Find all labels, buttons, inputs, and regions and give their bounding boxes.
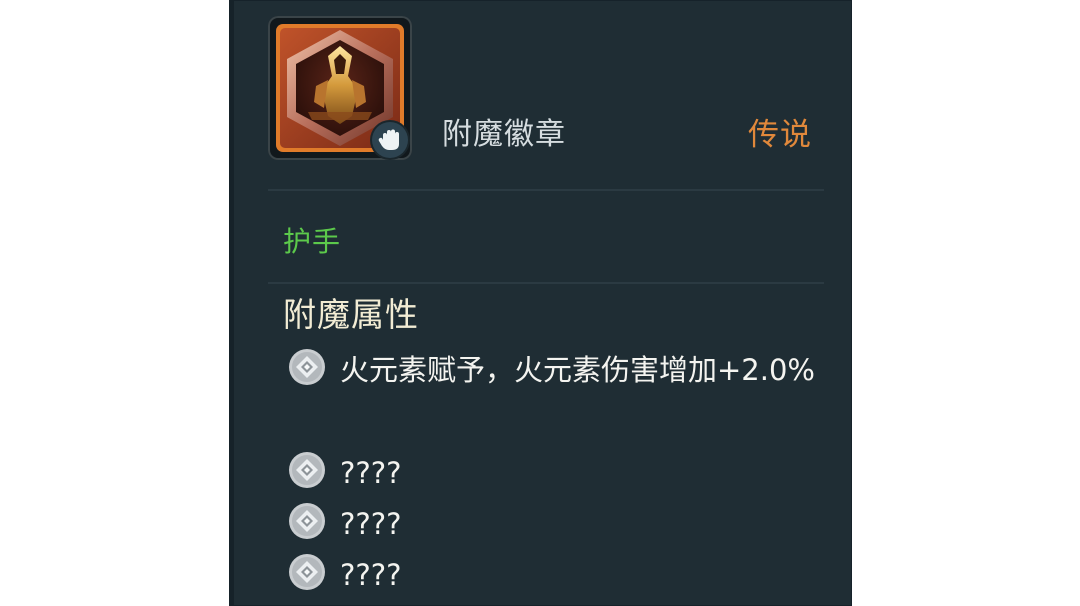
attribute-text: ???? <box>340 456 402 490</box>
diamond-bullet-icon <box>289 452 325 488</box>
item-type: 护手 <box>283 225 342 258</box>
panel-edge <box>229 0 234 606</box>
divider <box>268 282 824 284</box>
glove-icon <box>372 122 408 158</box>
attribute-text: ???? <box>340 507 402 541</box>
diamond-bullet-icon <box>289 349 325 385</box>
diamond-bullet-icon <box>289 503 325 539</box>
diamond-bullet-icon <box>289 554 325 590</box>
item-name: 附魔徽章 <box>442 117 566 152</box>
screen: 附魔徽章 传说 护手 附魔属性 火元素赋予，火元素伤害增加+2.0% ???? <box>0 0 1080 606</box>
item-rarity: 传说 <box>748 117 812 153</box>
divider <box>268 189 824 191</box>
attribute-text: 火元素赋予，火元素伤害增加+2.0% <box>340 353 815 387</box>
enchant-attributes-title: 附魔属性 <box>283 295 419 334</box>
attribute-text: ???? <box>340 558 402 592</box>
